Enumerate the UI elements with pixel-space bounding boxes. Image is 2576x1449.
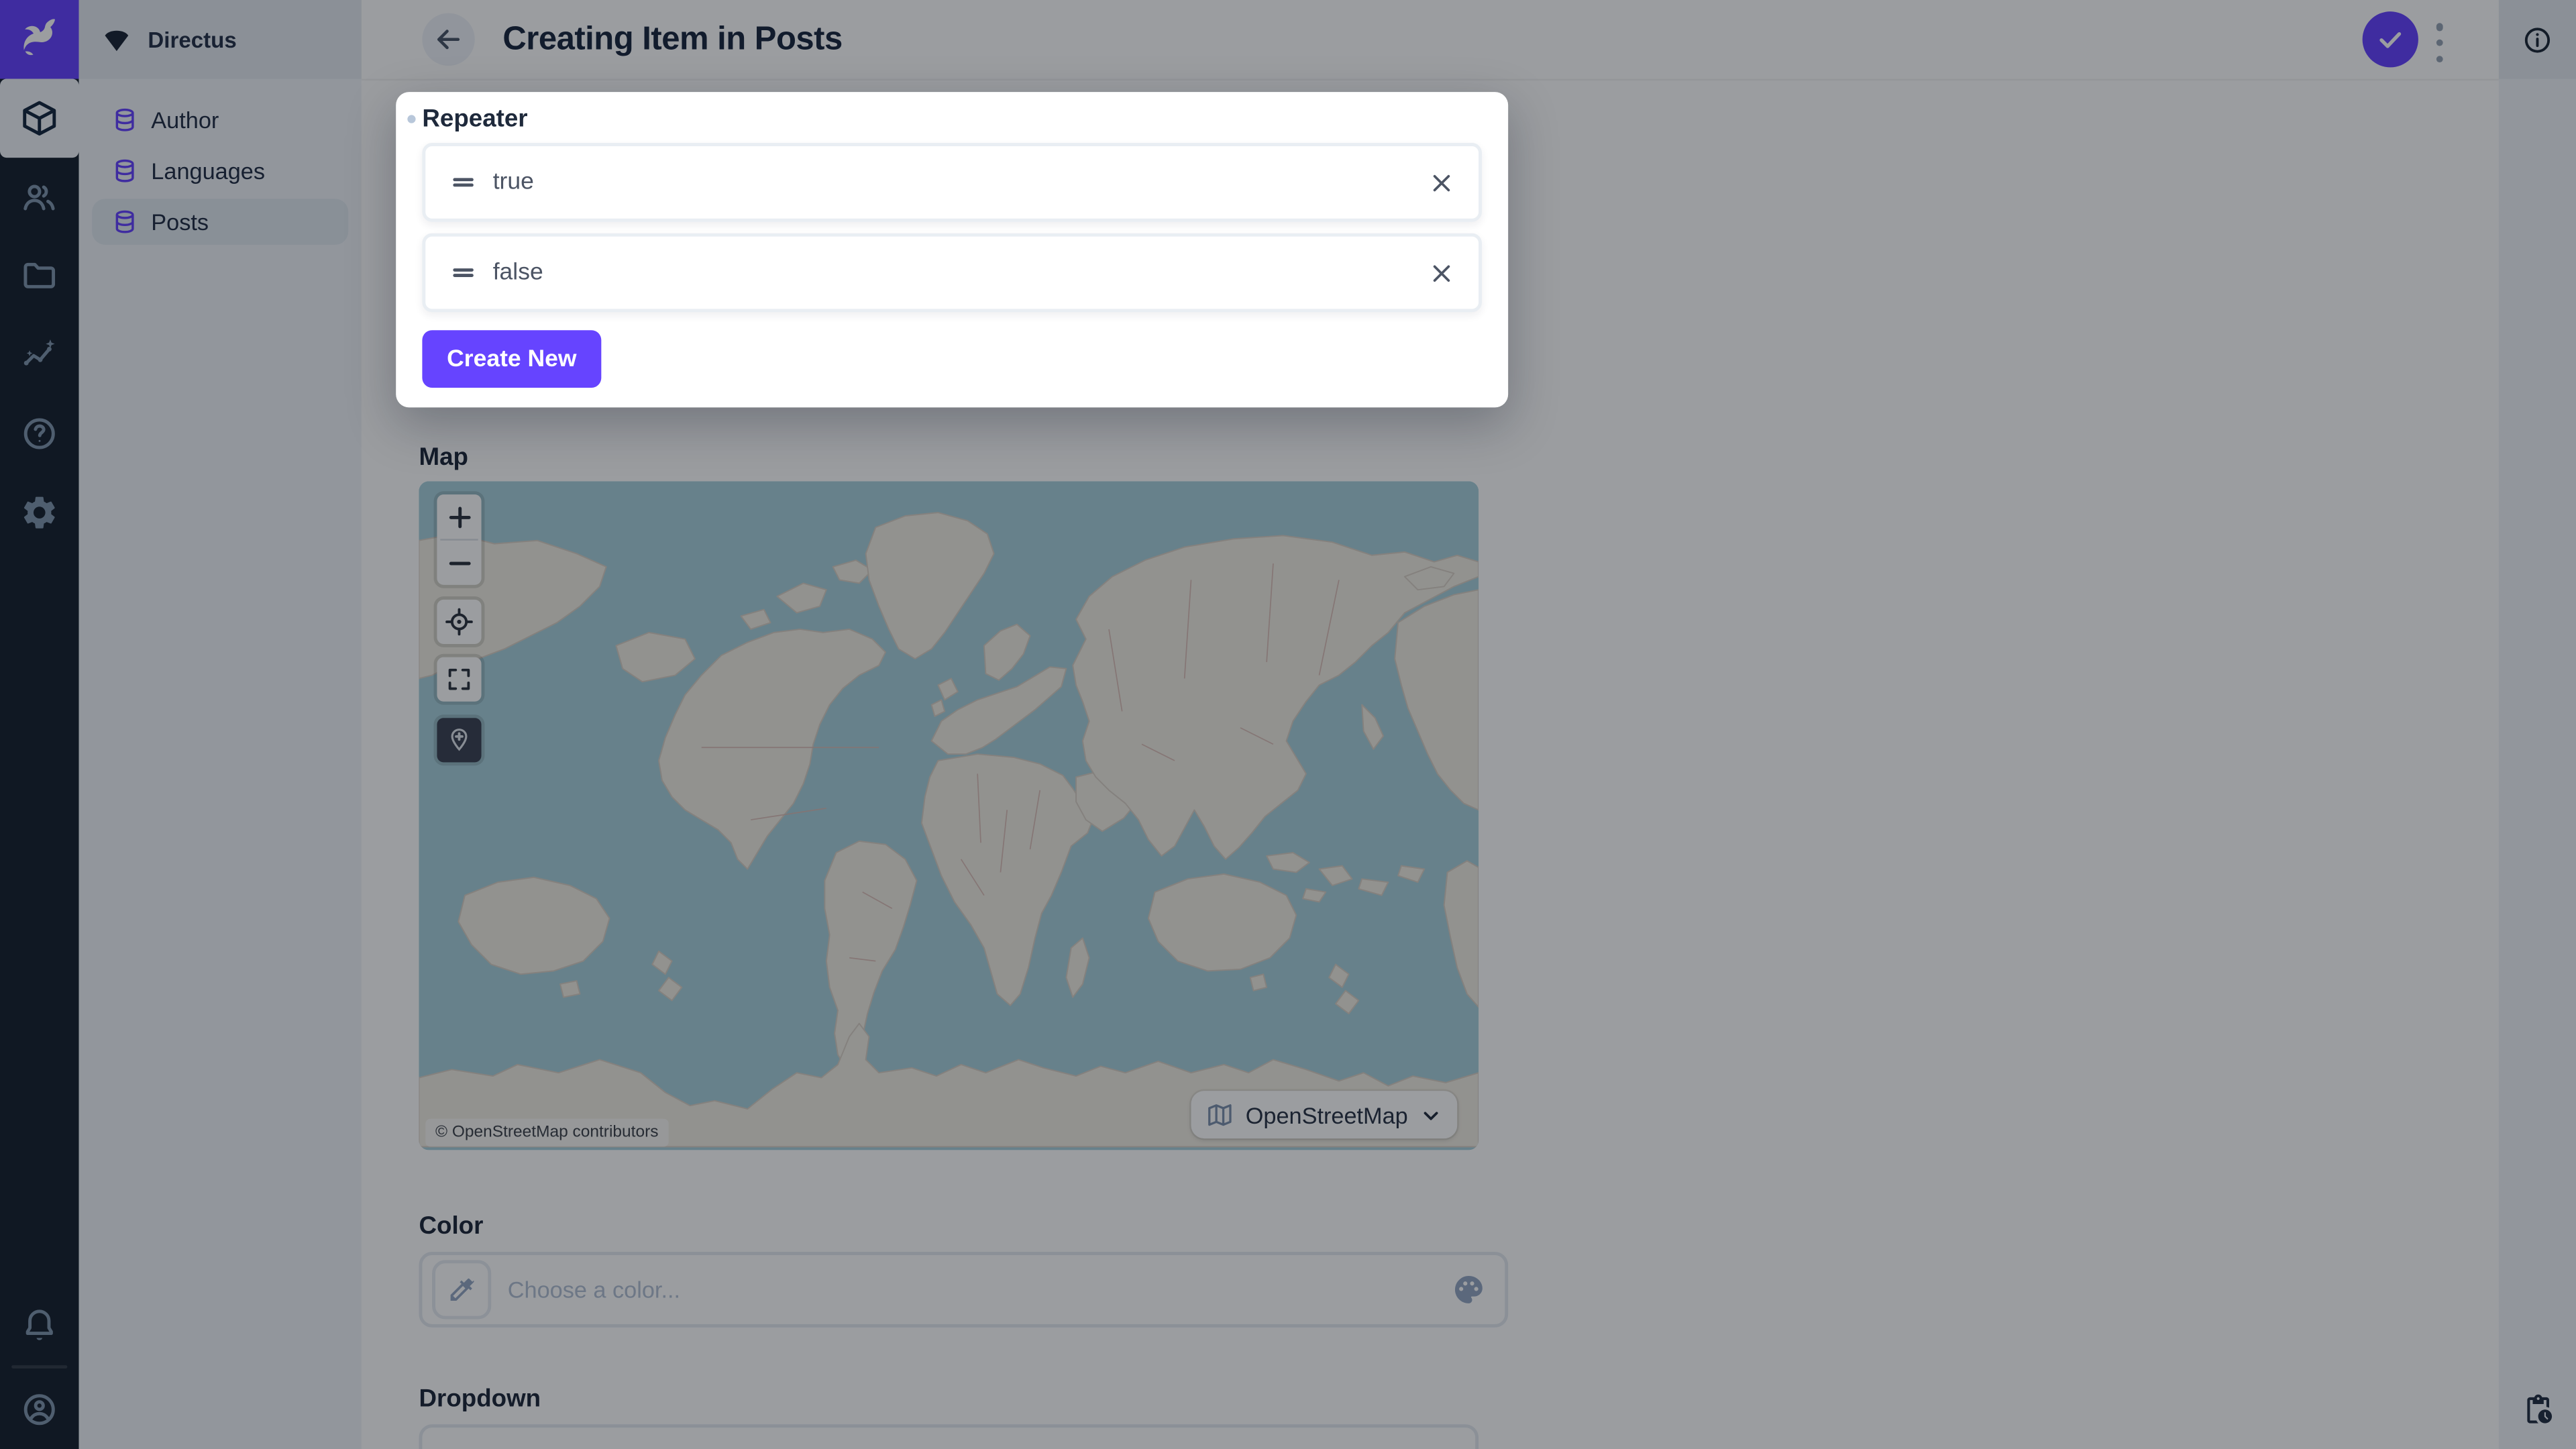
repeater-item-row[interactable]: false	[422, 233, 1482, 313]
drag-handle-icon[interactable]	[449, 168, 478, 197]
create-new-button[interactable]: Create New	[422, 330, 601, 388]
repeater-item-value: true	[493, 169, 534, 195]
directus-app: Creating Item in Posts Map	[0, 0, 2576, 1449]
drag-handle-icon[interactable]	[449, 258, 478, 287]
repeater-item-row[interactable]: true	[422, 143, 1482, 222]
edited-dot	[407, 115, 415, 123]
repeater-popup: Repeater true false Create New	[396, 92, 1508, 407]
repeater-field-label: Repeater	[422, 103, 1482, 136]
close-icon[interactable]	[1428, 168, 1456, 197]
close-icon[interactable]	[1428, 259, 1456, 287]
repeater-item-value: false	[493, 260, 543, 286]
